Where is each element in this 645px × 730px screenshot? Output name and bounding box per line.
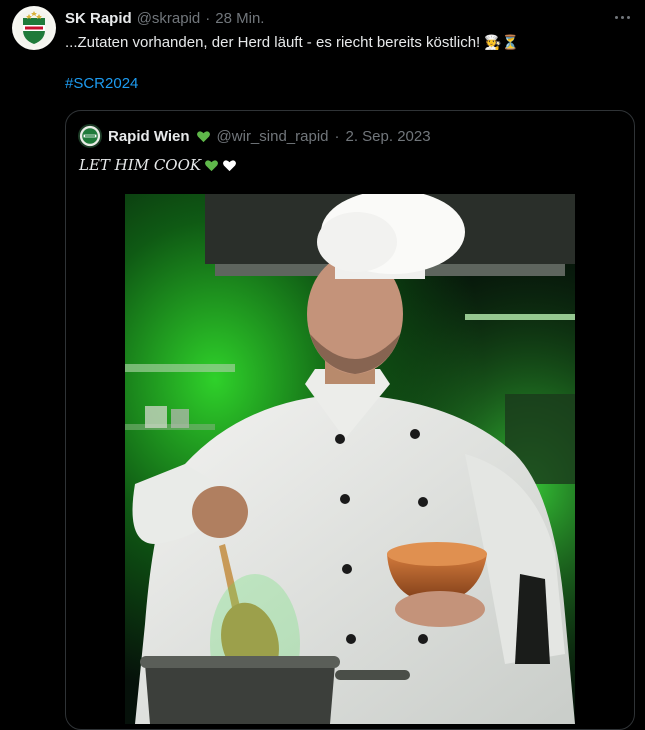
author-name[interactable]: SK Rapid: [65, 10, 132, 27]
quoted-date[interactable]: 2. Sep. 2023: [346, 128, 431, 145]
green-heart-icon: [196, 130, 210, 142]
quoted-tweet-header: Rapid Wien @wir_sind_rapid · 2. Sep. 202…: [78, 124, 431, 148]
tweet-text: ...Zutaten vorhanden, der Herd läuft - e…: [65, 32, 519, 53]
quoted-media-photo[interactable]: [125, 194, 575, 724]
timestamp[interactable]: 28 Min.: [215, 10, 264, 27]
tweet-header: SK Rapid @skrapid · 28 Min.: [65, 8, 264, 28]
separator: ·: [205, 9, 211, 27]
chef-photo-image: [125, 194, 575, 724]
quoted-avatar[interactable]: [78, 124, 102, 148]
tweet-text-body: ...Zutaten vorhanden, der Herd läuft - e…: [65, 34, 481, 51]
quoted-text: LET HIM COOK: [79, 156, 237, 174]
quoted-author-handle[interactable]: @wir_sind_rapid: [217, 128, 329, 145]
more-options-icon[interactable]: [611, 6, 633, 28]
white-heart-icon: [223, 159, 237, 171]
avatar[interactable]: [12, 6, 56, 50]
separator: ·: [334, 127, 340, 145]
rapid-wien-crest-icon: [79, 125, 101, 147]
quoted-text-body: LET HIM COOK: [79, 156, 202, 174]
tweet[interactable]: SK Rapid @skrapid · 28 Min. ...Zutaten v…: [0, 0, 645, 730]
hashtag-link[interactable]: #SCR2024: [65, 75, 138, 92]
author-handle[interactable]: @skrapid: [137, 10, 201, 27]
sk-rapid-crest-icon: [15, 9, 53, 47]
green-heart-icon: [205, 159, 219, 171]
quoted-author-name[interactable]: Rapid Wien: [108, 128, 190, 145]
quoted-tweet[interactable]: Rapid Wien @wir_sind_rapid · 2. Sep. 202…: [65, 110, 635, 730]
chef-hourglass-emoji: 🧑‍🍳⏳: [484, 34, 520, 50]
